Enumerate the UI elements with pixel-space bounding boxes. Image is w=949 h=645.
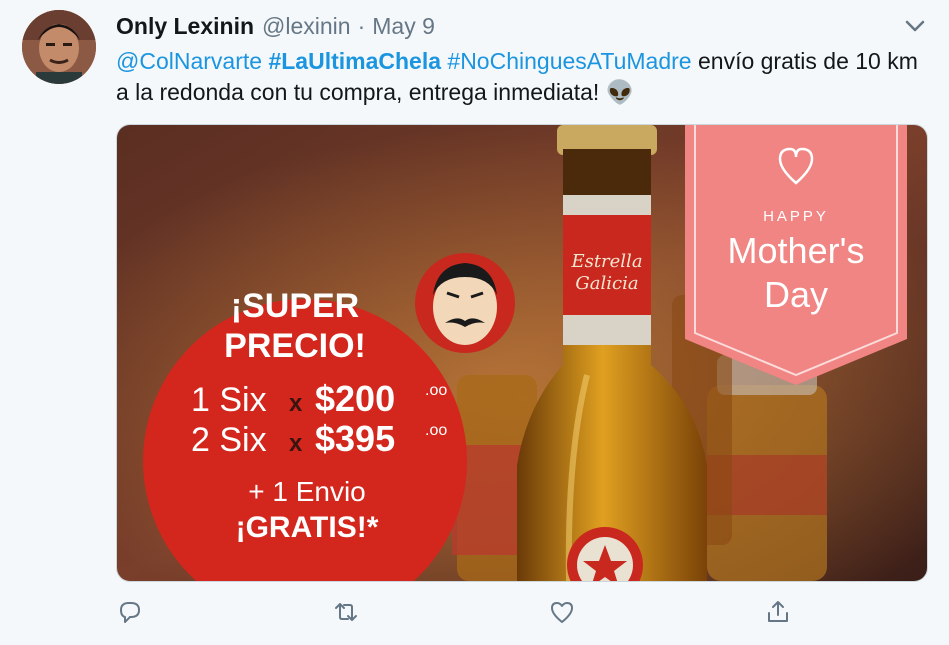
bottle-label-brand: Galicia [575, 273, 638, 294]
gratis-text: ¡GRATIS!* [236, 511, 379, 544]
price-amount: $200 [315, 378, 395, 419]
price-amount: $395 [315, 418, 395, 459]
avatar[interactable] [22, 10, 96, 84]
share-icon[interactable] [764, 598, 792, 626]
envio-text: + 1 Envio [248, 476, 366, 507]
ad-headline: ¡SUPER [231, 287, 359, 325]
mention-link[interactable]: @ColNarvarte [116, 48, 262, 74]
hashtag-link[interactable]: #NoChinguesATuMadre [447, 48, 691, 74]
heart-icon[interactable] [548, 598, 576, 626]
author-name[interactable]: Only Lexinin [116, 13, 254, 40]
ribbon-mothers: Mother's [728, 230, 865, 271]
tweet-date[interactable]: May 9 [372, 13, 435, 40]
hashtag-link[interactable]: #LaUltimaChela [268, 48, 441, 74]
author-handle[interactable]: @lexinin [262, 13, 351, 40]
chevron-down-icon[interactable] [903, 16, 927, 36]
price-times: x [289, 430, 303, 457]
tweet-actions [116, 598, 816, 630]
price-cents: .oo [425, 382, 447, 399]
bottle-label-brand: Estrella [570, 251, 642, 272]
ad-headline: PRECIO! [224, 327, 366, 365]
dali-mask-icon [415, 253, 515, 353]
reply-icon[interactable] [116, 598, 144, 626]
tweet[interactable]: Only Lexinin @lexinin · May 9 @ColNarvar… [0, 0, 949, 645]
ribbon-happy: HAPPY [763, 208, 829, 225]
price-quantity: 2 Six [191, 421, 267, 459]
tweet-image[interactable]: Estrella Galicia ¡SUPER PRECIO! 1 Six x … [116, 124, 928, 582]
retweet-icon[interactable] [332, 598, 360, 626]
price-quantity: 1 Six [191, 381, 267, 419]
ribbon-day: Day [764, 274, 828, 315]
tweet-text: @ColNarvarte #LaUltimaChela #NoChinguesA… [116, 46, 926, 108]
alien-emoji: 👽 [605, 79, 635, 105]
mothers-day-ribbon: HAPPY Mother's Day [685, 125, 907, 385]
separator: · [357, 12, 366, 39]
price-cents: .oo [425, 422, 447, 439]
price-times: x [289, 390, 303, 417]
tweet-header: Only Lexinin @lexinin · May 9 [116, 10, 435, 42]
